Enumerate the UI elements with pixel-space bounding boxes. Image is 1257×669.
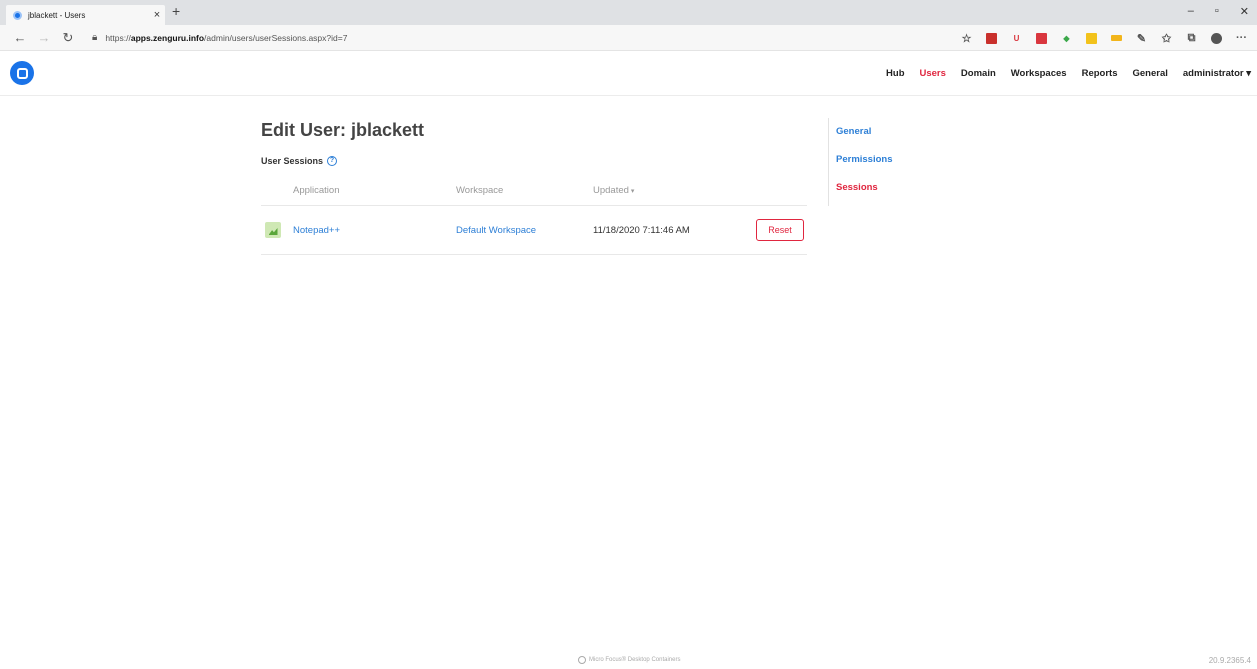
nav-hub[interactable]: Hub [886,68,904,79]
app-header: Hub Users Domain Workspaces Reports Gene… [0,51,1257,96]
new-tab-button[interactable]: + [172,3,180,19]
page-title: Edit User: jblackett [261,120,425,140]
forward-button[interactable]: → [32,30,56,45]
notepad-app-icon [265,222,281,238]
minimize-button[interactable]: – [1188,5,1194,18]
microfocus-logo-icon [578,656,586,664]
column-header-updated[interactable]: Updated ▾ [593,185,755,196]
refresh-button[interactable]: ↻ [56,30,80,46]
nav-reports[interactable]: Reports [1082,68,1118,79]
footer: Micro Focus® Desktop Containers [578,656,680,664]
table-row: Notepad++ Default Workspace 11/18/2020 7… [261,206,807,255]
back-button[interactable]: ← [8,30,32,45]
application-link[interactable]: Notepad++ [293,225,340,236]
top-nav: Hub Users Domain Workspaces Reports Gene… [886,68,1251,79]
close-window-button[interactable]: ✕ [1240,5,1249,18]
table-header: Application Workspace Updated ▾ [261,176,807,206]
extension-icon[interactable]: ✎ [1136,33,1147,45]
profile-avatar-icon[interactable] [1211,32,1222,44]
extension-icon[interactable]: ◆ [1061,33,1072,44]
extensions-row: ☆ U ◆ ✎ ✩ ⧉ ··· [961,25,1247,51]
collections-icon[interactable]: ⧉ [1186,32,1197,44]
sidenav-item-general[interactable]: General [836,126,893,137]
browser-tab[interactable]: jblackett - Users × [6,5,165,25]
favicon-icon [13,10,22,20]
sidenav-item-sessions[interactable]: Sessions [836,182,893,193]
extension-icon[interactable] [1111,35,1122,41]
nav-general[interactable]: General [1132,68,1167,79]
maximize-button[interactable]: ▫ [1215,5,1219,18]
url-field[interactable]: https://apps.zenguru.info/admin/users/us… [105,33,347,43]
sessions-table: Application Workspace Updated ▾ Notepad++… [261,176,807,255]
sort-caret-icon: ▾ [630,188,635,195]
browser-tab-bar: jblackett - Users × + – ▫ ✕ [0,0,1257,25]
updated-value: 11/18/2020 7:11:46 AM [593,224,690,236]
column-header-workspace: Workspace [456,185,504,196]
nav-domain[interactable]: Domain [961,68,996,79]
section-label-text: User Sessions [261,156,324,166]
nav-workspaces[interactable]: Workspaces [1011,68,1067,79]
nav-users[interactable]: Users [920,68,946,79]
side-nav: General Permissions Sessions [828,118,893,206]
app-logo-icon[interactable] [10,61,34,85]
tab-close-icon[interactable]: × [149,9,165,21]
extension-icon[interactable] [986,32,997,44]
extension-icon[interactable] [1036,32,1047,44]
more-menu-icon[interactable]: ··· [1236,32,1247,44]
nav-user-menu[interactable]: administrator ▾ [1183,68,1251,79]
workspace-link[interactable]: Default Workspace [456,225,536,236]
extension-icon[interactable]: U [1011,33,1022,44]
lock-icon: 🔒︎ [92,32,98,43]
favorite-star-icon[interactable]: ☆ [961,33,972,45]
version-label: 20.9.2365.4 [1208,656,1251,665]
favorites-icon[interactable]: ✩ [1161,33,1172,45]
section-label: User Sessions ? [261,156,338,166]
help-icon[interactable]: ? [327,156,338,166]
sidenav-item-permissions[interactable]: Permissions [836,154,893,165]
tab-title: jblackett - Users [28,10,86,20]
extension-icon[interactable] [1086,32,1097,44]
footer-text: Micro Focus® Desktop Containers [589,657,681,663]
address-bar: ← → ↻ 🔒︎ https://apps.zenguru.info/admin… [0,25,1257,51]
window-controls: – ▫ ✕ [1188,5,1249,18]
column-header-application: Application [293,185,340,196]
reset-button[interactable]: Reset [756,219,804,241]
